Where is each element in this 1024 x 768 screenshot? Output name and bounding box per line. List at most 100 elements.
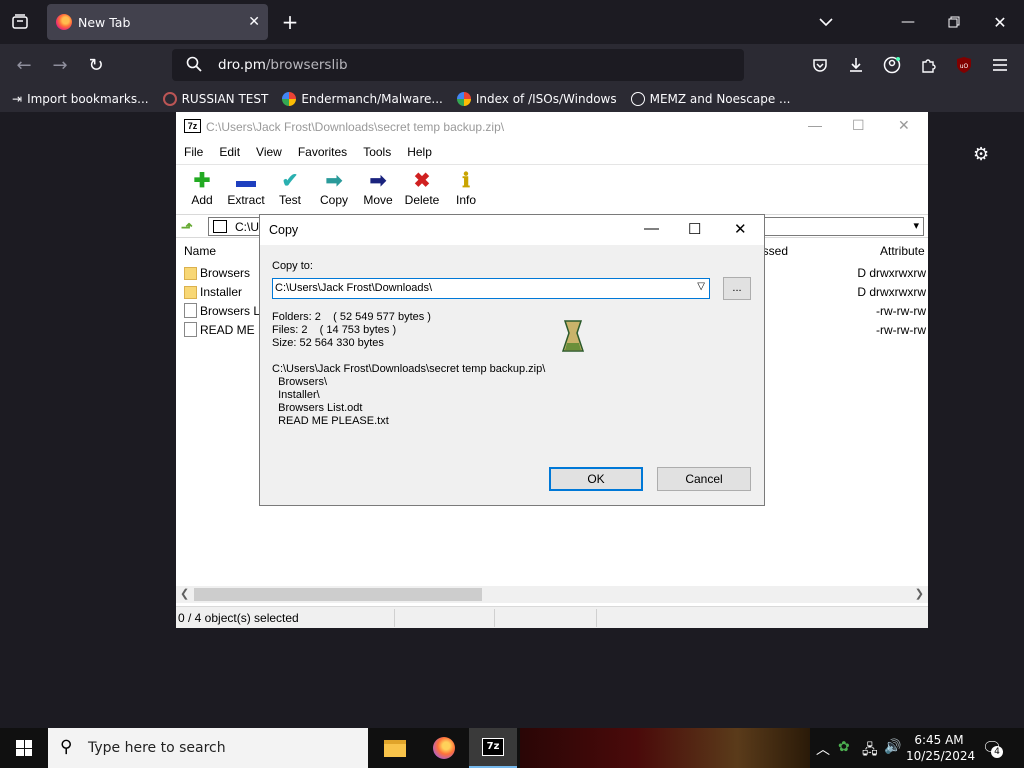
info-button[interactable]: ℹ Info xyxy=(446,165,486,212)
busy-cursor-icon xyxy=(561,320,585,352)
ok-button[interactable]: OK xyxy=(549,467,643,491)
list-item: READ ME PLEASE.txt xyxy=(272,415,389,427)
files-stat: Files: 2 ( 14 753 bytes ) xyxy=(272,324,397,336)
minimize-icon[interactable]: — xyxy=(896,10,920,34)
test-button[interactable]: ✔ Test xyxy=(270,165,310,212)
new-tab-icon[interactable]: + xyxy=(278,10,302,34)
copy-to-value: C:\Users\Jack Frost\Downloads\ xyxy=(275,282,433,294)
clock[interactable]: 6:45 AM 10/25/2024 xyxy=(906,732,975,764)
7zip-close-icon[interactable]: ✕ xyxy=(898,117,910,134)
menu-edit[interactable]: Edit xyxy=(211,142,248,162)
url-bar[interactable]: dro.pm/browserslib xyxy=(172,49,744,81)
column-name[interactable]: Name xyxy=(184,244,216,258)
folders-stat: Folders: 2 ( 52 549 577 bytes ) xyxy=(272,311,431,323)
tab-new-tab[interactable]: New Tab ✕ xyxy=(47,4,268,40)
close-tab-icon[interactable]: ✕ xyxy=(248,14,260,30)
copy-dialog-title: Copy xyxy=(269,223,299,237)
settings-gear-icon[interactable]: ⚙ xyxy=(973,144,989,165)
firefox-taskbar-button[interactable] xyxy=(420,728,468,768)
7zip-taskbar-button[interactable]: 7z xyxy=(469,728,517,768)
minus-icon: ▬ xyxy=(236,170,256,192)
bookmark-import[interactable]: ⇥ Import bookmarks... xyxy=(12,92,149,106)
menu-help[interactable]: Help xyxy=(399,142,440,162)
add-button[interactable]: ✚ Add xyxy=(182,165,222,212)
back-icon[interactable]: ← xyxy=(12,53,36,77)
move-button[interactable]: ➡ Move xyxy=(358,165,398,212)
file-explorer-taskbar-button[interactable] xyxy=(371,728,419,768)
file-icon xyxy=(184,322,197,337)
column-attributes[interactable]: Attribute xyxy=(880,244,925,258)
taskbar-search-box[interactable]: ⚲ Type here to search xyxy=(48,728,368,768)
pocket-icon[interactable] xyxy=(808,53,832,77)
menu-icon[interactable] xyxy=(988,53,1012,77)
clock-time: 6:45 AM xyxy=(914,733,964,747)
network-icon[interactable]: 🖧 xyxy=(862,739,878,763)
cancel-button[interactable]: Cancel xyxy=(657,467,751,491)
bookmark-memz[interactable]: MEMZ and Noescape ... xyxy=(630,92,791,106)
scrollbar-thumb[interactable] xyxy=(194,588,482,601)
checkmark-icon: ✔ xyxy=(281,170,299,192)
7zip-maximize-icon[interactable]: ☐ xyxy=(852,117,865,134)
dialog-maximize-icon[interactable]: ☐ xyxy=(688,220,701,238)
bookmarks-toolbar: ⇥ Import bookmarks... RUSSIAN TEST Ender… xyxy=(0,86,1024,112)
start-button[interactable] xyxy=(0,728,48,768)
extensions-icon[interactable] xyxy=(916,53,940,77)
search-placeholder: Type here to search xyxy=(88,740,226,756)
scroll-left-icon[interactable]: ❮ xyxy=(180,587,189,600)
bookmark-endermanch[interactable]: Endermanch/Malware... xyxy=(282,92,443,106)
menu-view[interactable]: View xyxy=(248,142,290,162)
url-text: dro.pm/browserslib xyxy=(218,57,348,73)
scroll-right-icon[interactable]: ❯ xyxy=(915,587,924,600)
site-icon xyxy=(162,92,177,106)
show-hidden-icons-icon[interactable]: ︿ xyxy=(816,739,830,759)
copy-stats: Folders: 2 ( 52 549 577 bytes ) Files: 2… xyxy=(272,311,431,350)
copy-dialog: Copy — ☐ ✕ Copy to: C:\Users\Jack Frost\… xyxy=(259,214,765,506)
selection-status: 0 / 4 object(s) selected xyxy=(178,611,299,625)
bookmark-russian-test[interactable]: RUSSIAN TEST xyxy=(162,92,268,106)
copy-button[interactable]: ➡ Copy xyxy=(314,165,354,212)
close-window-icon[interactable]: ✕ xyxy=(988,10,1012,34)
app-tray-icon[interactable]: ✿ xyxy=(838,739,850,755)
list-item: Installer\ xyxy=(272,389,320,401)
globe-icon xyxy=(630,92,645,106)
notifications-button[interactable]: 🗨 4 xyxy=(982,738,1003,758)
move-arrow-icon: ➡ xyxy=(369,170,387,192)
google-icon xyxy=(456,92,471,106)
dialog-close-icon[interactable]: ✕ xyxy=(734,220,747,238)
forward-icon[interactable]: → xyxy=(48,53,72,77)
delete-button[interactable]: ✖ Delete xyxy=(402,165,442,212)
taskbar-wallpaper-strip xyxy=(520,728,810,768)
bookmark-isos[interactable]: Index of /ISOs/Windows xyxy=(456,92,617,106)
extract-button[interactable]: ▬ Extract xyxy=(226,165,266,212)
7zip-minimize-icon[interactable]: — xyxy=(808,117,822,133)
firefox-icon xyxy=(433,737,455,759)
folder-icon xyxy=(384,739,406,757)
7zip-menu-bar: File Edit View Favorites Tools Help xyxy=(176,142,440,162)
7zip-toolbar: ✚ Add ▬ Extract ✔ Test ➡ Copy ➡ Move ✖ D… xyxy=(176,164,928,212)
info-icon: ℹ xyxy=(462,170,470,192)
windows-logo-icon xyxy=(16,740,32,756)
up-folder-icon[interactable]: ⬏ xyxy=(181,219,193,236)
reload-icon[interactable]: ↻ xyxy=(84,53,108,77)
chevron-down-icon[interactable]: ▽ xyxy=(697,281,705,292)
tab-list-icon[interactable] xyxy=(8,10,32,34)
7zip-title: C:\Users\Jack Frost\Downloads\secret tem… xyxy=(206,120,505,134)
copy-dialog-title-bar: Copy — ☐ ✕ xyxy=(260,215,764,245)
menu-favorites[interactable]: Favorites xyxy=(290,142,355,162)
ublock-origin-icon[interactable]: uO xyxy=(952,53,976,77)
copy-to-combobox[interactable]: C:\Users\Jack Frost\Downloads\ ▽ xyxy=(272,278,710,299)
menu-tools[interactable]: Tools xyxy=(355,142,399,162)
status-divider xyxy=(494,609,495,627)
menu-file[interactable]: File xyxy=(176,142,211,162)
volume-icon[interactable]: 🔊 xyxy=(884,739,901,755)
account-icon[interactable] xyxy=(880,53,904,77)
7zip-title-bar: 7z C:\Users\Jack Frost\Downloads\secret … xyxy=(176,112,928,142)
downloads-icon[interactable] xyxy=(844,53,868,77)
address-dropdown-icon[interactable]: ▾ xyxy=(913,219,919,232)
list-all-tabs-icon[interactable] xyxy=(814,10,838,34)
horizontal-scrollbar[interactable]: ❮ ❯ xyxy=(176,586,928,603)
restore-icon[interactable] xyxy=(942,10,966,34)
dialog-minimize-icon[interactable]: — xyxy=(644,220,659,237)
size-stat: Size: 52 564 330 bytes xyxy=(272,337,384,349)
browse-button[interactable]: ... xyxy=(723,277,751,300)
